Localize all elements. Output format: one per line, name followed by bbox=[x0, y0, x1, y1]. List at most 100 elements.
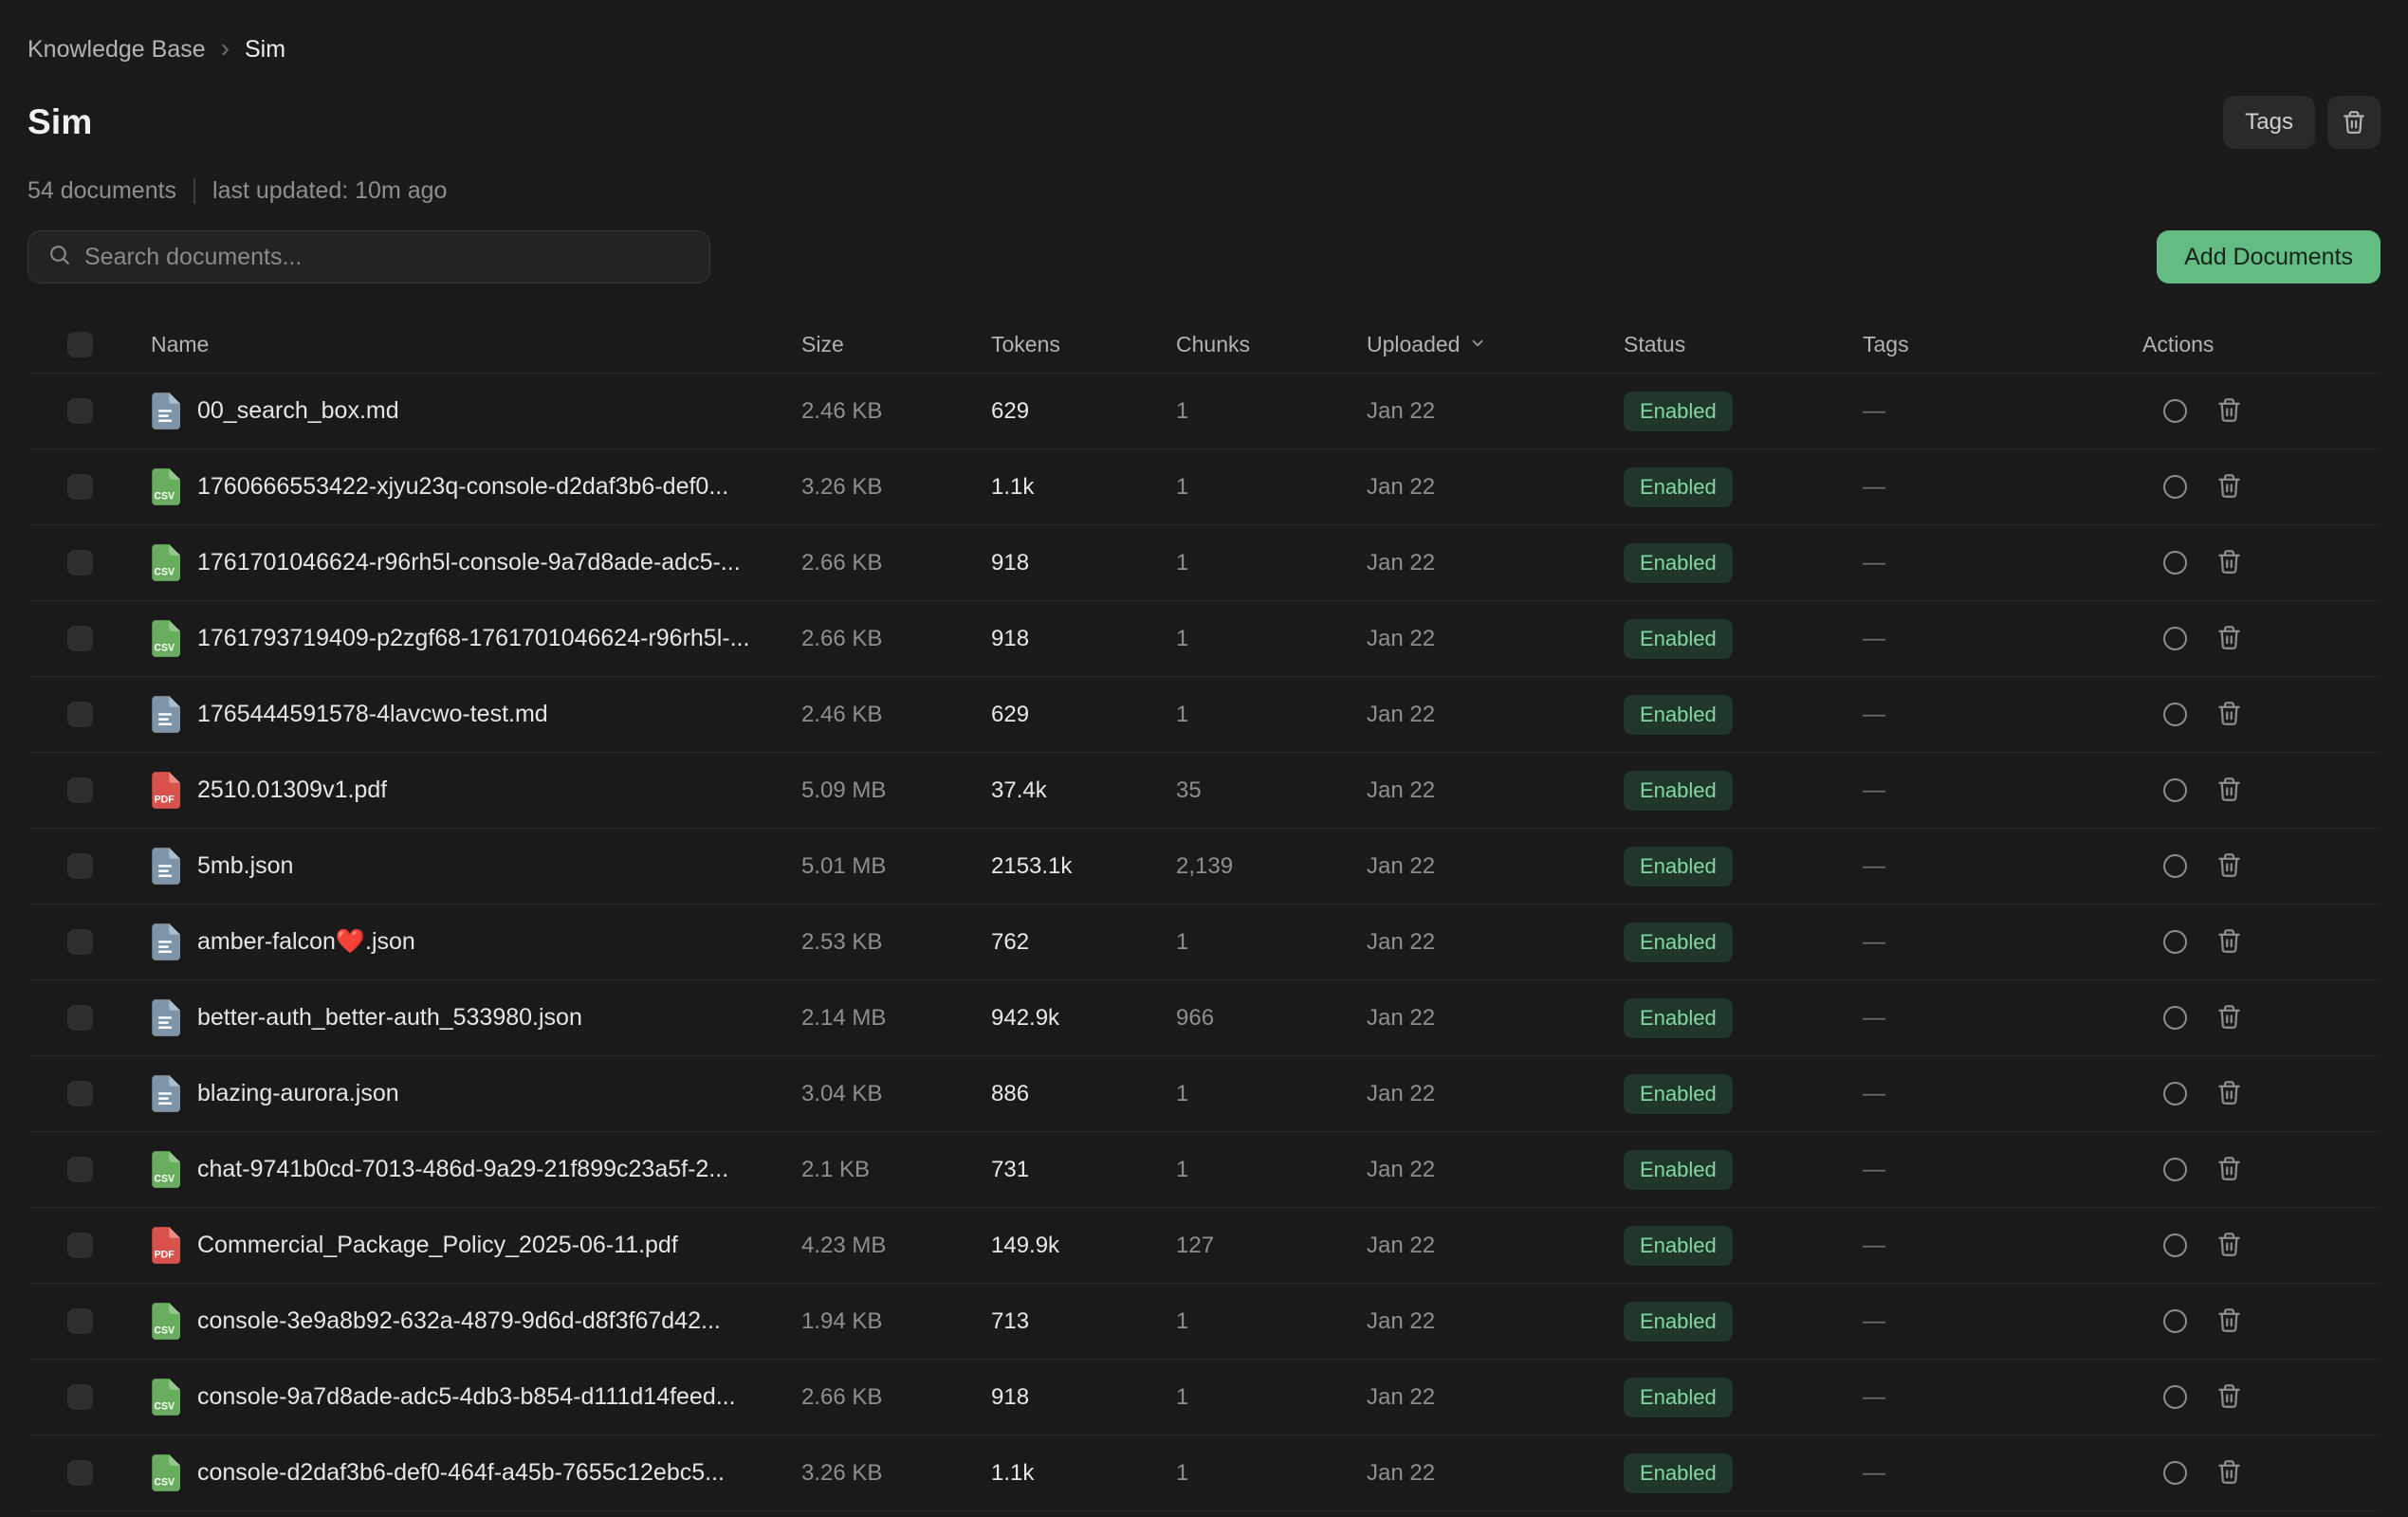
row-checkbox[interactable] bbox=[67, 853, 93, 879]
toggle-status-button[interactable] bbox=[2163, 930, 2187, 954]
document-name: 1760666553422-xjyu23q-console-d2daf3b6-d… bbox=[197, 473, 728, 501]
toggle-status-button[interactable] bbox=[2163, 1234, 2187, 1257]
delete-knowledge-base-button[interactable] bbox=[2327, 96, 2380, 149]
toggle-status-button[interactable] bbox=[2163, 854, 2187, 878]
json-file-icon bbox=[151, 1075, 180, 1112]
table-row[interactable]: CSV 1761701046624-r96rh5l-console-9a7d8a… bbox=[28, 525, 2380, 601]
delete-document-button[interactable] bbox=[2216, 1232, 2242, 1260]
csv-file-icon: CSV bbox=[151, 544, 180, 581]
toggle-status-button[interactable] bbox=[2163, 627, 2187, 650]
row-checkbox[interactable] bbox=[67, 550, 93, 576]
toggle-status-button[interactable] bbox=[2163, 1082, 2187, 1106]
toggle-status-button[interactable] bbox=[2163, 778, 2187, 802]
delete-document-button[interactable] bbox=[2216, 625, 2242, 653]
document-chunks: 966 bbox=[1176, 1005, 1367, 1032]
column-header-name: Name bbox=[151, 332, 801, 357]
row-checkbox[interactable] bbox=[67, 1460, 93, 1486]
table-row[interactable]: blazing-aurora.json 3.04 KB 886 1 Jan 22… bbox=[28, 1056, 2380, 1132]
document-chunks: 1 bbox=[1176, 1157, 1367, 1183]
document-tags: — bbox=[1863, 1384, 2142, 1411]
table-row[interactable]: better-auth_better-auth_533980.json 2.14… bbox=[28, 980, 2380, 1056]
select-all-checkbox[interactable] bbox=[67, 332, 93, 357]
row-checkbox[interactable] bbox=[67, 777, 93, 803]
document-name: console-9a7d8ade-adc5-4db3-b854-d111d14f… bbox=[197, 1383, 736, 1411]
table-row[interactable]: 1765444591578-4lavcwo-test.md 2.46 KB 62… bbox=[28, 677, 2380, 753]
table-row[interactable]: CSV 1760666553422-xjyu23q-console-d2daf3… bbox=[28, 449, 2380, 525]
row-checkbox[interactable] bbox=[67, 702, 93, 727]
row-checkbox[interactable] bbox=[67, 929, 93, 955]
document-tokens: 1.1k bbox=[991, 1460, 1176, 1487]
delete-document-button[interactable] bbox=[2216, 1080, 2242, 1108]
toggle-status-button[interactable] bbox=[2163, 1158, 2187, 1181]
document-tokens: 731 bbox=[991, 1157, 1176, 1183]
table-row[interactable]: 5mb.json 5.01 MB 2153.1k 2,139 Jan 22 En… bbox=[28, 829, 2380, 905]
row-checkbox[interactable] bbox=[67, 398, 93, 424]
table-row[interactable]: 00_search_box.md 2.46 KB 629 1 Jan 22 En… bbox=[28, 374, 2380, 449]
add-documents-button[interactable]: Add Documents bbox=[2157, 230, 2380, 283]
breadcrumb-knowledge-base[interactable]: Knowledge Base bbox=[28, 36, 206, 64]
trash-icon bbox=[2216, 1004, 2242, 1033]
table-row[interactable]: CSV console-9a7d8ade-adc5-4db3-b854-d111… bbox=[28, 1360, 2380, 1435]
toggle-status-button[interactable] bbox=[2163, 1385, 2187, 1409]
document-size: 2.66 KB bbox=[801, 626, 991, 652]
svg-text:CSV: CSV bbox=[154, 1476, 175, 1488]
toggle-status-button[interactable] bbox=[2163, 399, 2187, 423]
trash-icon bbox=[2216, 1156, 2242, 1184]
row-checkbox[interactable] bbox=[67, 626, 93, 651]
row-checkbox[interactable] bbox=[67, 1233, 93, 1258]
delete-document-button[interactable] bbox=[2216, 1004, 2242, 1033]
tags-button[interactable]: Tags bbox=[2223, 96, 2315, 149]
delete-document-button[interactable] bbox=[2216, 397, 2242, 426]
csv-file-icon: CSV bbox=[151, 1303, 180, 1340]
circle-icon bbox=[2163, 475, 2187, 499]
document-tags: — bbox=[1863, 1308, 2142, 1335]
search-input[interactable] bbox=[84, 244, 690, 271]
table-row[interactable]: PDF Commercial_Package_Policy_2025-06-11… bbox=[28, 1208, 2380, 1284]
title-actions: Tags bbox=[2223, 96, 2380, 149]
document-tags: — bbox=[1863, 550, 2142, 576]
column-header-tokens: Tokens bbox=[991, 332, 1176, 357]
toggle-status-button[interactable] bbox=[2163, 475, 2187, 499]
row-checkbox[interactable] bbox=[67, 1005, 93, 1031]
delete-document-button[interactable] bbox=[2216, 1156, 2242, 1184]
document-tags: — bbox=[1863, 1233, 2142, 1259]
table-row[interactable]: CSV 1761793719409-p2zgf68-1761701046624-… bbox=[28, 601, 2380, 677]
toggle-status-button[interactable] bbox=[2163, 1461, 2187, 1485]
document-uploaded: Jan 22 bbox=[1367, 853, 1624, 880]
document-name: chat-9741b0cd-7013-486d-9a29-21f899c23a5… bbox=[197, 1156, 728, 1183]
table-row[interactable]: PDF 2510.01309v1.pdf 5.09 MB 37.4k 35 Ja… bbox=[28, 753, 2380, 829]
delete-document-button[interactable] bbox=[2216, 928, 2242, 957]
csv-file-icon: CSV bbox=[151, 1379, 180, 1416]
table-row[interactable]: amber-falcon❤️.json 2.53 KB 762 1 Jan 22… bbox=[28, 905, 2380, 980]
search-box[interactable] bbox=[28, 230, 710, 283]
toggle-status-button[interactable] bbox=[2163, 551, 2187, 575]
table-row[interactable]: CSV console-3e9a8b92-632a-4879-9d6d-d8f3… bbox=[28, 1284, 2380, 1360]
delete-document-button[interactable] bbox=[2216, 1307, 2242, 1336]
svg-text:CSV: CSV bbox=[154, 642, 175, 653]
table-row[interactable]: CSV chat-9741b0cd-7013-486d-9a29-21f899c… bbox=[28, 1132, 2380, 1208]
trash-icon bbox=[2216, 1307, 2242, 1336]
delete-document-button[interactable] bbox=[2216, 777, 2242, 805]
delete-document-button[interactable] bbox=[2216, 1383, 2242, 1412]
delete-document-button[interactable] bbox=[2216, 701, 2242, 729]
delete-document-button[interactable] bbox=[2216, 549, 2242, 577]
markdown-file-icon bbox=[151, 393, 180, 430]
document-uploaded: Jan 22 bbox=[1367, 626, 1624, 652]
row-checkbox[interactable] bbox=[67, 1157, 93, 1182]
row-checkbox[interactable] bbox=[67, 1081, 93, 1106]
toggle-status-button[interactable] bbox=[2163, 1006, 2187, 1030]
document-chunks: 1 bbox=[1176, 1460, 1367, 1487]
toggle-status-button[interactable] bbox=[2163, 703, 2187, 726]
toggle-status-button[interactable] bbox=[2163, 1309, 2187, 1333]
row-checkbox[interactable] bbox=[67, 1384, 93, 1410]
delete-document-button[interactable] bbox=[2216, 852, 2242, 881]
document-name: better-auth_better-auth_533980.json bbox=[197, 1004, 582, 1032]
row-checkbox[interactable] bbox=[67, 1308, 93, 1334]
column-header-uploaded[interactable]: Uploaded bbox=[1367, 332, 1624, 357]
table-row[interactable]: CSV console-d2daf3b6-def0-464f-a45b-7655… bbox=[28, 1435, 2380, 1511]
trash-icon bbox=[2216, 1383, 2242, 1412]
delete-document-button[interactable] bbox=[2216, 1459, 2242, 1488]
csv-file-icon: CSV bbox=[151, 1151, 180, 1188]
delete-document-button[interactable] bbox=[2216, 473, 2242, 502]
row-checkbox[interactable] bbox=[67, 474, 93, 500]
